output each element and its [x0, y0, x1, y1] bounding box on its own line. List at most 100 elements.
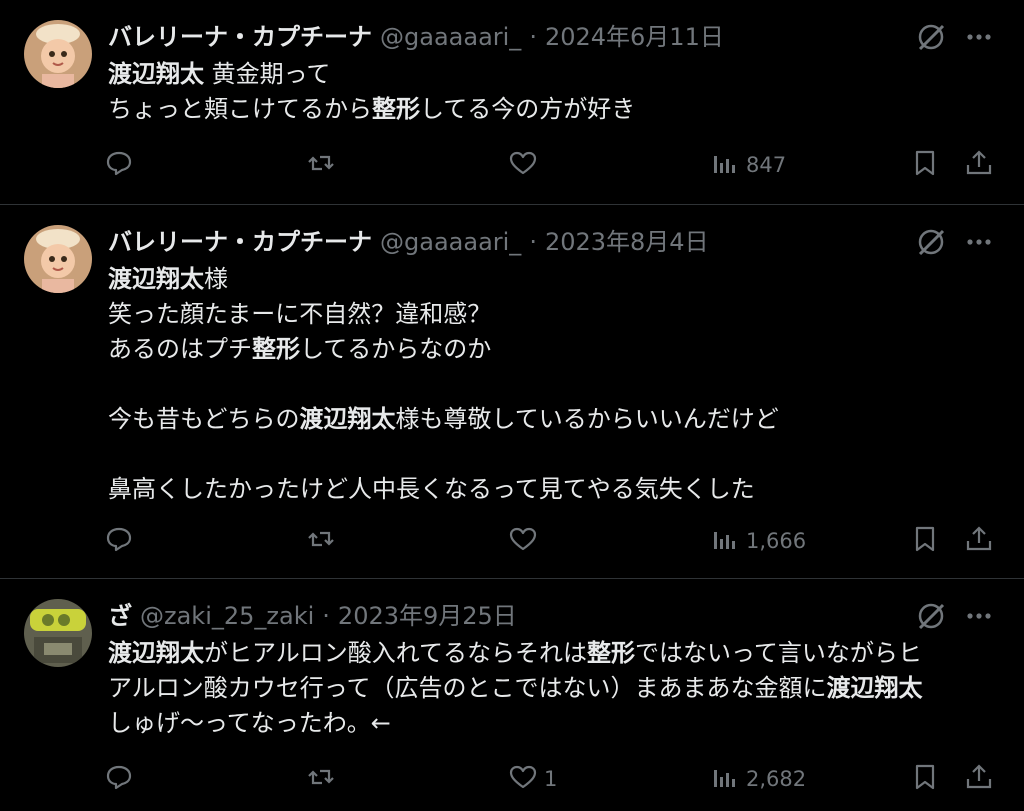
text-segment: ちょっと頬こけてるから [108, 95, 372, 123]
like-icon [508, 148, 538, 183]
share-button[interactable] [964, 145, 994, 185]
tweet-header: ざ @zaki_25_zaki · 2023年9月25日 [108, 599, 517, 633]
text-segment: してる今の方が好き [420, 95, 636, 123]
view-count: 2,682 [746, 767, 807, 791]
repost-icon [306, 524, 336, 559]
avatar[interactable] [24, 225, 92, 293]
highlight-keyword: 渡辺翔太 [108, 639, 204, 667]
bookmark-icon [910, 148, 940, 183]
text-line: あるのはプチ整形してるからなのか [108, 332, 998, 367]
grok-icon[interactable] [914, 20, 948, 54]
text-line: 今も昔もどちらの渡辺翔太様も尊敬しているからいいんだけど [108, 402, 998, 437]
share-icon [964, 524, 994, 559]
repost-button[interactable] [306, 759, 342, 799]
views-icon [710, 524, 740, 559]
bookmark-button[interactable] [910, 759, 940, 799]
more-icon[interactable] [962, 20, 996, 54]
repost-button[interactable] [306, 521, 342, 561]
display-name[interactable]: ざ [108, 599, 132, 633]
text-line: 鼻高くしたかったけど人中長くなるって見てやる気失くした [108, 472, 998, 507]
post-date[interactable]: 2024年6月11日 [545, 20, 724, 54]
reply-icon [104, 148, 134, 183]
share-icon [964, 148, 994, 183]
views-icon [710, 762, 740, 797]
view-count: 1,666 [746, 529, 807, 553]
text-segment: 黄金期って [204, 60, 331, 88]
separator-dot: · [529, 23, 537, 51]
reply-button[interactable] [104, 145, 140, 185]
view-count: 847 [746, 153, 787, 177]
post-date[interactable]: 2023年9月25日 [338, 599, 517, 633]
like-icon [508, 524, 538, 559]
text-line: しゅげ〜ってなったわ。← [108, 706, 998, 741]
action-bar: 1,666 [0, 521, 1024, 561]
more-icon[interactable] [962, 599, 996, 633]
user-handle[interactable]: @zaki_25_zaki [140, 599, 314, 633]
text-line: アルロン酸カウセ行って（広告のとこではない）まあまあな金額に渡辺翔太 [108, 671, 998, 706]
text-segment: 様も尊敬しているからいいんだけど [395, 405, 779, 433]
text-segment: しゅげ〜ってなったわ。← [108, 709, 391, 737]
text-line: 笑った顔たまーに不自然？違和感？ [108, 297, 998, 332]
avatar[interactable] [24, 599, 92, 667]
highlight-keyword: 渡辺翔太 [108, 265, 204, 293]
text-segment: 笑った顔たまーに不自然？違和感？ [108, 300, 492, 328]
like-button[interactable]: 1 [508, 759, 557, 799]
highlight-keyword: 整形 [587, 639, 636, 667]
tweet-2[interactable]: バレリーナ・カプチーナ @gaaaaari_ · 2023年8月4日 渡辺翔太様… [0, 205, 1024, 578]
tweet-1[interactable]: バレリーナ・カプチーナ @gaaaaari_ · 2024年6月11日 渡辺翔太… [0, 0, 1024, 204]
tweet-3[interactable]: ざ @zaki_25_zaki · 2023年9月25日 渡辺翔太がヒアルロン酸… [0, 579, 1024, 811]
views-button[interactable]: 847 [710, 145, 786, 185]
action-bar: 847 [0, 145, 1024, 185]
like-icon [508, 762, 538, 797]
views-button[interactable]: 1,666 [710, 521, 806, 561]
text-segment: あるのはプチ [108, 335, 252, 363]
reply-button[interactable] [104, 759, 140, 799]
user-handle[interactable]: @gaaaaari_ [380, 225, 521, 259]
text-segment: 様 [204, 265, 228, 293]
display-name[interactable]: バレリーナ・カプチーナ [108, 20, 372, 54]
text-segment: してるからなのか [300, 335, 492, 363]
like-button[interactable] [508, 521, 544, 561]
tweet-header: バレリーナ・カプチーナ @gaaaaari_ · 2024年6月11日 [108, 20, 724, 54]
highlight-keyword: 渡辺翔太 [299, 405, 396, 433]
tweet-text: 渡辺翔太様 笑った顔たまーに不自然？違和感？ あるのはプチ整形してるからなのか … [108, 262, 998, 507]
highlight-keyword: 渡辺翔太 [826, 674, 923, 702]
bookmark-icon [910, 524, 940, 559]
user-handle[interactable]: @gaaaaari_ [380, 20, 521, 54]
text-line: 渡辺翔太がヒアルロン酸入れてるならそれは整形ではないって言いながらヒ [108, 636, 998, 671]
grok-icon[interactable] [914, 225, 948, 259]
text-segment: ではないって言いながらヒ [635, 639, 922, 667]
highlight-keyword: 渡辺翔太 [108, 60, 204, 88]
share-button[interactable] [964, 521, 994, 561]
reply-icon [104, 762, 134, 797]
text-line: 渡辺翔太様 [108, 262, 998, 297]
text-segment: アルロン酸カウセ行って（広告のとこではない）まあまあな金額に [108, 674, 827, 702]
share-icon [964, 762, 994, 797]
more-icon[interactable] [962, 225, 996, 259]
grok-icon[interactable] [914, 599, 948, 633]
repost-icon [306, 148, 336, 183]
repost-icon [306, 762, 336, 797]
bookmark-button[interactable] [910, 521, 940, 561]
views-icon [710, 148, 740, 183]
tweet-header: バレリーナ・カプチーナ @gaaaaari_ · 2023年8月4日 [108, 225, 709, 259]
post-date[interactable]: 2023年8月4日 [545, 225, 709, 259]
repost-button[interactable] [306, 145, 342, 185]
avatar[interactable] [24, 20, 92, 88]
reply-button[interactable] [104, 521, 140, 561]
display-name[interactable]: バレリーナ・カプチーナ [108, 225, 372, 259]
bookmark-button[interactable] [910, 145, 940, 185]
text-segment: 鼻高くしたかったけど人中長くなるって見てやる気失くした [108, 475, 755, 503]
highlight-keyword: 整形 [252, 335, 300, 363]
action-bar: 1 2,682 [0, 759, 1024, 799]
tweet-text: 渡辺翔太がヒアルロン酸入れてるならそれは整形ではないって言いながらヒ アルロン酸… [108, 636, 998, 741]
separator-dot: · [322, 602, 330, 630]
like-count: 1 [544, 767, 558, 791]
bookmark-icon [910, 762, 940, 797]
like-button[interactable] [508, 145, 544, 185]
views-button[interactable]: 2,682 [710, 759, 806, 799]
share-button[interactable] [964, 759, 994, 799]
text-segment: 今も昔もどちらの [108, 405, 300, 433]
